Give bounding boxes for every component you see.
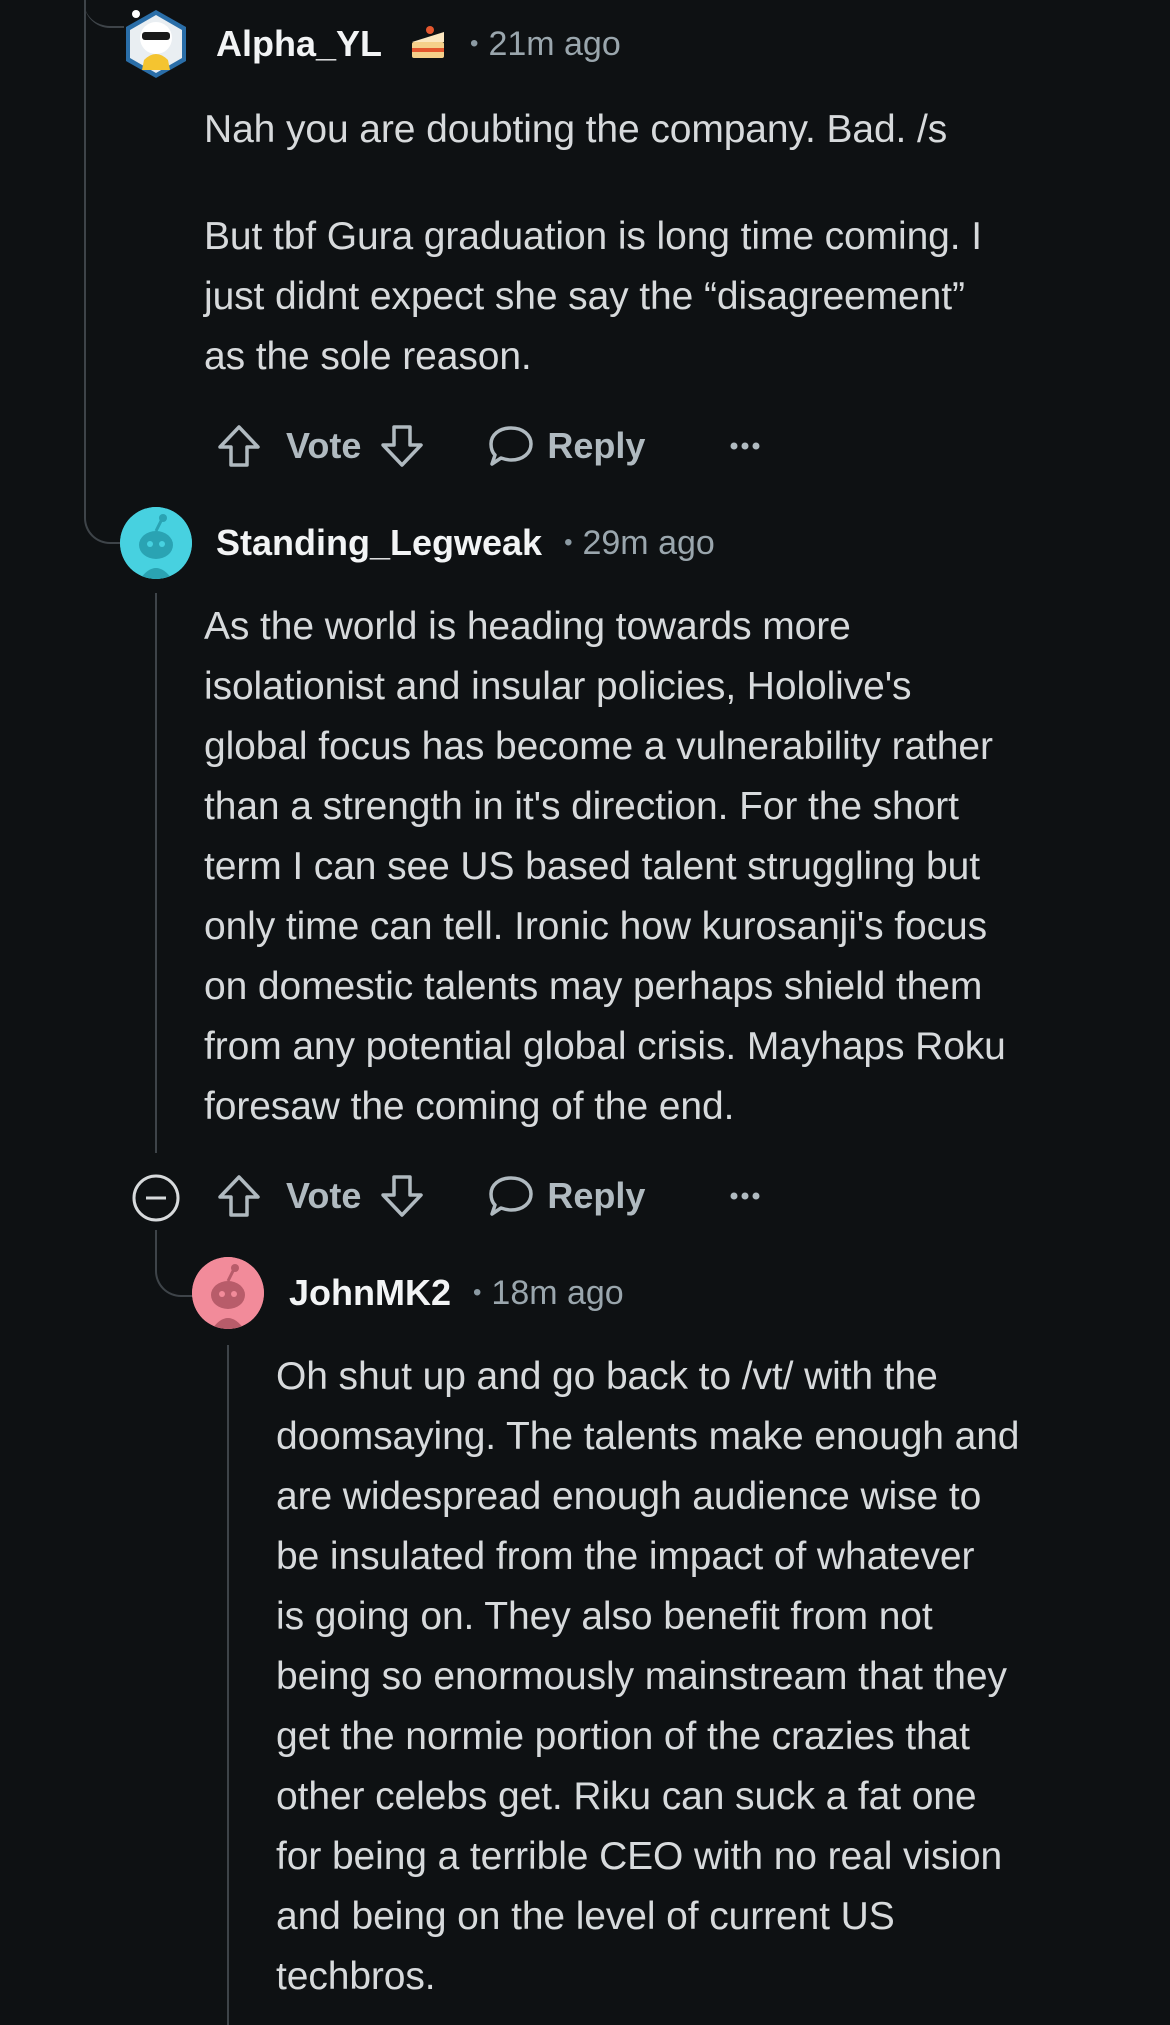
avatar[interactable] [120, 507, 192, 579]
reply-label: Reply [547, 425, 646, 466]
reply-button[interactable]: Reply [487, 1172, 645, 1220]
thread-line-standing [155, 593, 157, 1153]
thread-line-john [227, 1345, 229, 2025]
thread-connector-alpha [84, 0, 124, 28]
vote-label: Vote [286, 425, 362, 466]
comment-paragraph: Nah you are doubting the company. Bad. /… [204, 108, 948, 151]
comment-meta: Standing_Legweak • 29m ago [216, 507, 715, 579]
username[interactable]: JohnMK2 [289, 1272, 451, 1314]
ellipsis-icon[interactable] [729, 441, 761, 451]
separator-dot: • [564, 529, 573, 556]
avatar[interactable] [120, 8, 192, 80]
reply-button[interactable]: Reply [487, 422, 645, 470]
timestamp: 21m ago [488, 24, 621, 63]
thread-line-outer [84, 0, 86, 505]
thread-connector-standing [84, 470, 122, 544]
downvote-icon[interactable] [377, 1171, 427, 1221]
username[interactable]: Alpha_YL [216, 23, 382, 65]
comment-paragraph: But tbf Gura graduation is long time com… [204, 215, 982, 378]
separator-dot: • [470, 30, 479, 57]
cake-icon [408, 24, 448, 64]
comment-paragraph: As the world is heading towards more iso… [204, 605, 1006, 1128]
separator-dot: • [473, 1279, 482, 1306]
comment-meta: JohnMK2 • 18m ago [289, 1257, 624, 1329]
collapse-minus-icon[interactable] [131, 1173, 181, 1223]
reply-icon [487, 422, 535, 470]
upvote-icon[interactable] [214, 1171, 264, 1221]
upvote-icon[interactable] [214, 421, 264, 471]
downvote-icon[interactable] [377, 421, 427, 471]
comment-actions: Vote Reply [214, 1166, 761, 1226]
thread-connector-john [155, 1230, 193, 1297]
comment-meta: Alpha_YL • 21m ago [216, 8, 621, 80]
comment-paragraph: Oh shut up and go back to /vt/ with the … [276, 1355, 1020, 1998]
timestamp: 29m ago [582, 523, 715, 562]
avatar[interactable] [192, 1257, 264, 1329]
ellipsis-icon[interactable] [729, 1191, 761, 1201]
vote-label: Vote [286, 1175, 362, 1216]
username[interactable]: Standing_Legweak [216, 522, 542, 564]
timestamp: 18m ago [491, 1273, 624, 1312]
comment-actions: Vote Reply [214, 416, 761, 476]
reply-icon [487, 1172, 535, 1220]
reply-label: Reply [547, 1175, 646, 1216]
